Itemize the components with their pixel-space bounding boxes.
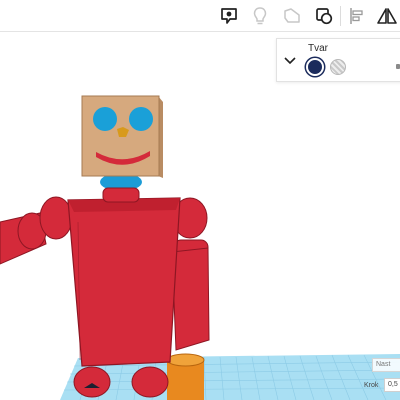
robot-neck[interactable] — [100, 173, 142, 203]
robot-left-arm[interactable] — [0, 196, 73, 265]
comment-button[interactable] — [216, 3, 242, 29]
workplane-viewport[interactable] — [0, 32, 400, 400]
notes-button[interactable] — [247, 3, 273, 29]
toolbar-divider — [340, 6, 341, 26]
lightbulb-icon — [253, 7, 267, 25]
hole-swatch[interactable] — [330, 59, 346, 75]
align-icon — [350, 8, 363, 24]
chevron-down-icon[interactable] — [283, 56, 297, 66]
robot-scene[interactable] — [0, 32, 400, 400]
panel-title: Tvar — [308, 43, 328, 54]
comment-icon — [221, 8, 237, 24]
duplicate-icon — [316, 8, 333, 25]
panel-handle-icon[interactable] — [396, 64, 400, 69]
orange-cylinder[interactable] — [166, 353, 205, 400]
align-button[interactable] — [344, 3, 370, 29]
robot-head[interactable] — [81, 95, 163, 178]
shape-group-icon — [284, 8, 300, 23]
solid-color-swatch[interactable] — [306, 58, 324, 76]
app: Tvar Nast Krok 0,5 — [0, 0, 400, 400]
snap-settings[interactable]: Nast — [372, 358, 400, 372]
duplicate-button[interactable] — [311, 3, 337, 29]
step-label: Krok — [364, 382, 379, 389]
mirror-icon — [377, 8, 397, 24]
robot-torso[interactable] — [67, 197, 181, 367]
step-value-field[interactable]: 0,5 — [384, 378, 400, 392]
group-button[interactable] — [279, 3, 305, 29]
mirror-button[interactable] — [374, 3, 400, 29]
left-eye — [93, 107, 117, 131]
top-toolbar — [0, 0, 400, 32]
right-eye — [129, 107, 153, 131]
